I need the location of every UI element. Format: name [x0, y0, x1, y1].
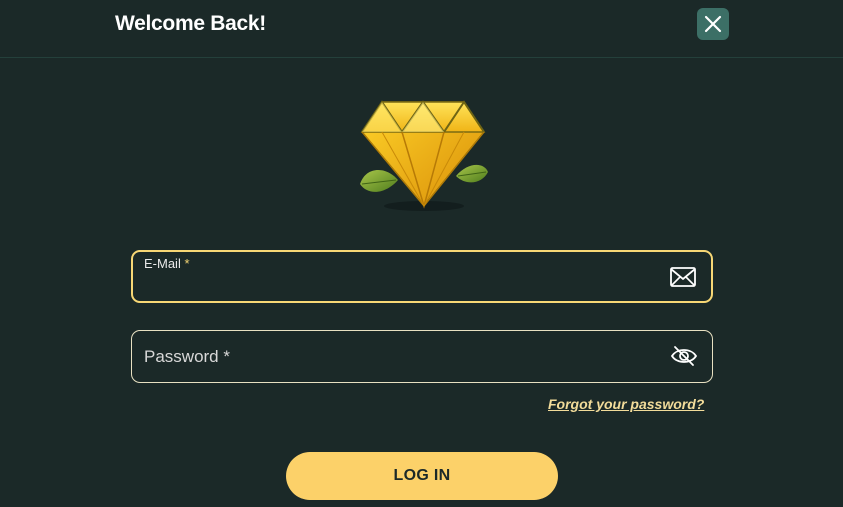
email-field[interactable]: E-Mail *: [131, 250, 713, 303]
close-icon: [704, 15, 722, 33]
close-button[interactable]: [697, 8, 729, 40]
modal-header: Welcome Back!: [0, 0, 843, 58]
envelope-icon: [670, 267, 696, 287]
login-button[interactable]: LOG IN: [286, 452, 558, 500]
email-input[interactable]: [144, 274, 664, 298]
diamond-logo: [360, 100, 488, 211]
password-field[interactable]: Password *: [131, 330, 713, 383]
forgot-password-link[interactable]: Forgot your password?: [548, 396, 704, 412]
email-label: E-Mail *: [144, 256, 190, 271]
modal-title: Welcome Back!: [115, 12, 266, 35]
email-label-text: E-Mail: [144, 256, 181, 271]
login-modal: Welcome Back! E-Mail * Password * Forgot…: [0, 0, 843, 507]
required-mark: *: [184, 256, 190, 271]
eye-off-icon[interactable]: [670, 344, 698, 368]
password-input[interactable]: [143, 345, 663, 369]
